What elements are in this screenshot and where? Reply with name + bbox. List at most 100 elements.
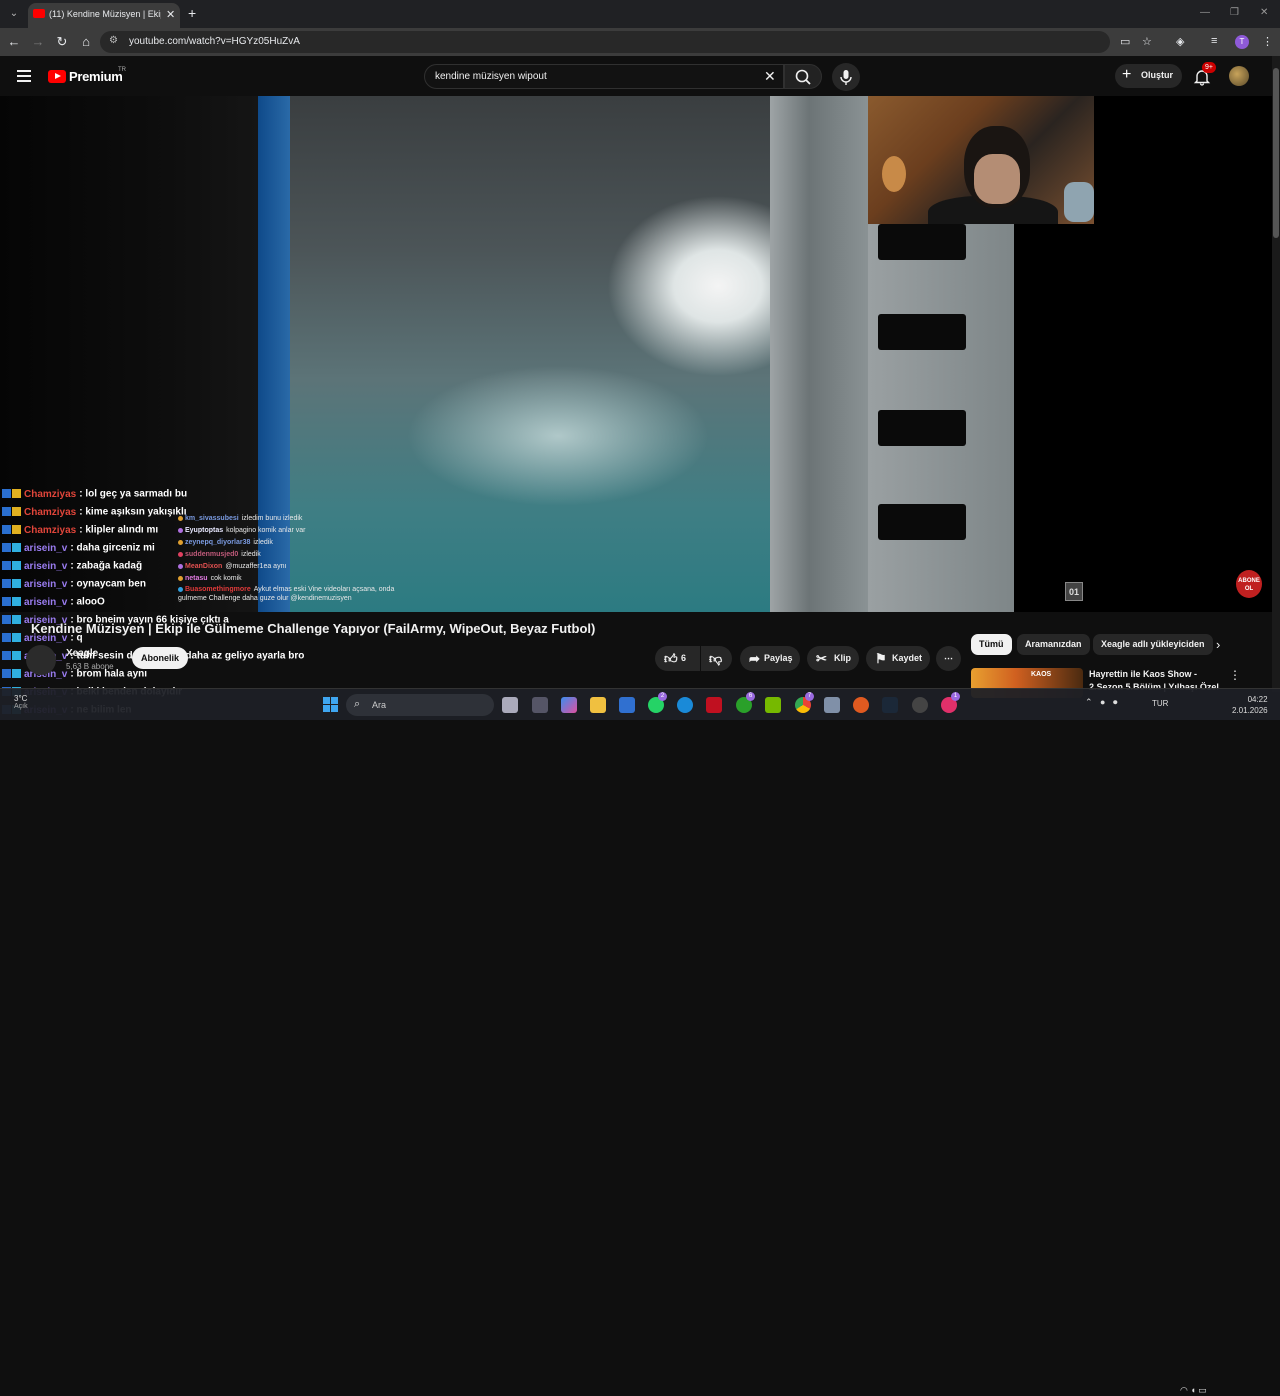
chat-badge-icon: [12, 596, 21, 606]
restore-icon[interactable]: ❐: [1230, 7, 1239, 18]
weather-widget[interactable]: 3°C Açık: [14, 694, 28, 710]
voice-search-button[interactable]: [832, 63, 860, 91]
clear-search-icon[interactable]: ✕: [764, 68, 776, 85]
chat-badges: [2, 575, 24, 593]
site-info-icon[interactable]: ⚙: [109, 35, 118, 46]
cast-icon[interactable]: ▭: [1120, 35, 1130, 48]
chat-badges: [2, 593, 24, 611]
netflix-icon[interactable]: [706, 697, 722, 713]
system-tray-icons[interactable]: ⌃ ● ⏺: [1085, 697, 1117, 708]
close-window-icon[interactable]: ✕: [1260, 7, 1268, 18]
account-avatar[interactable]: [1229, 66, 1249, 86]
profile-avatar[interactable]: T: [1235, 35, 1249, 49]
home-icon[interactable]: ⌂: [78, 34, 94, 50]
obs-icon[interactable]: [912, 697, 928, 713]
overlay-chat-message: arisein_v: zabağa kadağ: [2, 557, 302, 575]
address-bar[interactable]: ⚙ youtube.com/watch?v=HGYz05HuZvA: [100, 31, 1110, 53]
chat-username: arisein_v: [24, 560, 68, 572]
youtube-favicon-icon: [33, 9, 45, 18]
chat-badge-icon: [2, 650, 11, 660]
create-button[interactable]: + Oluştur: [1115, 64, 1182, 88]
new-tab-button[interactable]: +: [188, 5, 196, 21]
youtube-header: Premium TR kendine müzisyen wipout ✕ + O…: [0, 56, 1272, 96]
share-icon: ➦: [749, 651, 760, 666]
reload-icon[interactable]: ↻: [54, 34, 70, 50]
back-icon[interactable]: ←: [6, 34, 22, 50]
bookmark-star-icon[interactable]: ☆: [1142, 35, 1152, 48]
start-button[interactable]: [323, 697, 339, 713]
share-button[interactable]: ➦ Paylaş: [740, 646, 800, 671]
chat-badges: [2, 557, 24, 575]
dislike-button[interactable]: 👎︎: [701, 646, 732, 671]
chat-message-text: : oynaycam ben: [70, 578, 146, 590]
chip-from-uploader[interactable]: Xeagle adlı yükleyiciden: [1093, 634, 1213, 655]
channel-name[interactable]: Xeagle: [66, 648, 98, 659]
minimize-icon[interactable]: —: [1200, 7, 1210, 18]
search-query: kendine müzisyen wipout: [435, 71, 547, 82]
file-explorer-icon[interactable]: [590, 697, 606, 713]
reading-list-icon[interactable]: ≡: [1211, 35, 1217, 47]
taskbar-search[interactable]: ⌕ Ara: [346, 694, 494, 716]
extensions-icon[interactable]: ◈: [1176, 35, 1184, 48]
scrollbar-thumb[interactable]: [1273, 68, 1279, 238]
clock[interactable]: 04:22 2.01.2026: [1232, 694, 1268, 716]
related-more-icon[interactable]: ⋮: [1229, 668, 1241, 682]
clip-button[interactable]: ✂ Klip: [807, 646, 859, 671]
plus-icon: +: [1122, 66, 1132, 83]
search-button[interactable]: [784, 64, 822, 89]
chat-badge-icon: [2, 614, 11, 624]
scissors-icon: ✂: [816, 651, 827, 666]
chip-from-search[interactable]: Aramanızdan: [1017, 634, 1090, 655]
menu-icon[interactable]: [17, 70, 31, 82]
browser-menu-icon[interactable]: ⋮: [1262, 35, 1273, 48]
channel-subscriber-count: 5,63 B abone: [66, 662, 114, 671]
more-actions-button[interactable]: ⋯: [936, 646, 961, 671]
forward-icon[interactable]: →: [30, 34, 46, 50]
chat-badge-icon: [2, 596, 11, 606]
tab-close-icon[interactable]: ✕: [166, 8, 175, 21]
chat-badges: [2, 503, 24, 521]
overlay-chat: Chamziyas: lol geç ya sarmadı bu Chamziya…: [2, 485, 304, 719]
save-button[interactable]: ⚑ Kaydet: [866, 646, 930, 671]
chat-message-text: : alooO: [70, 596, 105, 608]
subscribe-watermark[interactable]: ABONE OL: [1236, 570, 1262, 598]
chat-badge-icon: [12, 614, 21, 624]
channel-avatar[interactable]: [26, 645, 56, 675]
chat-badge-icon: [12, 578, 21, 588]
page-scrollbar[interactable]: [1272, 56, 1280, 692]
steam-icon[interactable]: [882, 697, 898, 713]
task-view-icon[interactable]: [502, 697, 518, 713]
browser-tab-bar: ⌄ (11) Kendine Müzisyen | Ekip ile Gülme…: [0, 0, 1280, 28]
copilot-icon[interactable]: [561, 697, 577, 713]
input-language[interactable]: TUR: [1152, 699, 1168, 708]
more-icon: ⋯: [944, 653, 953, 663]
terminal-icon[interactable]: [532, 697, 548, 713]
nvidia-icon[interactable]: [765, 697, 781, 713]
app-icon[interactable]: [824, 697, 840, 713]
like-button[interactable]: 👍︎ 6: [655, 646, 700, 671]
origin-icon[interactable]: [853, 697, 869, 713]
media-app-badge: 1: [951, 692, 960, 701]
like-count: 6: [681, 653, 687, 663]
chip-all[interactable]: Tümü: [971, 634, 1012, 655]
overlay-chat-message: arisein_v: alooO: [2, 593, 302, 611]
edge-icon[interactable]: [677, 697, 693, 713]
network-volume-battery-icons[interactable]: ◠ ◖ ▭: [1180, 1385, 1207, 1396]
tab-title: (11) Kendine Müzisyen | Ekip ile Gülmeme…: [49, 9, 161, 19]
overlay-chat-message: arisein_v: oynaycam ben: [2, 575, 302, 593]
store-icon[interactable]: [619, 697, 635, 713]
chat-message-text: : klipler alındı mı: [79, 524, 159, 536]
search-input[interactable]: kendine müzisyen wipout ✕: [424, 64, 784, 89]
chevron-right-icon[interactable]: ›: [1216, 637, 1220, 652]
youtube-logo-icon[interactable]: [48, 70, 66, 83]
youtube-premium-label[interactable]: Premium: [69, 69, 123, 84]
save-label: Kaydet: [892, 653, 923, 663]
tab-search-icon[interactable]: ⌄: [6, 6, 22, 22]
chat-badge-icon: [2, 578, 11, 588]
wall-slot: [878, 314, 966, 350]
webcam-person-face: [974, 154, 1020, 204]
browser-tab-active[interactable]: (11) Kendine Müzisyen | Ekip ile Gülmeme…: [28, 3, 180, 28]
chat-badge-icon: [2, 488, 11, 498]
notification-count-badge: 9+: [1202, 62, 1216, 73]
subscribe-button[interactable]: Abonelik: [132, 647, 188, 669]
